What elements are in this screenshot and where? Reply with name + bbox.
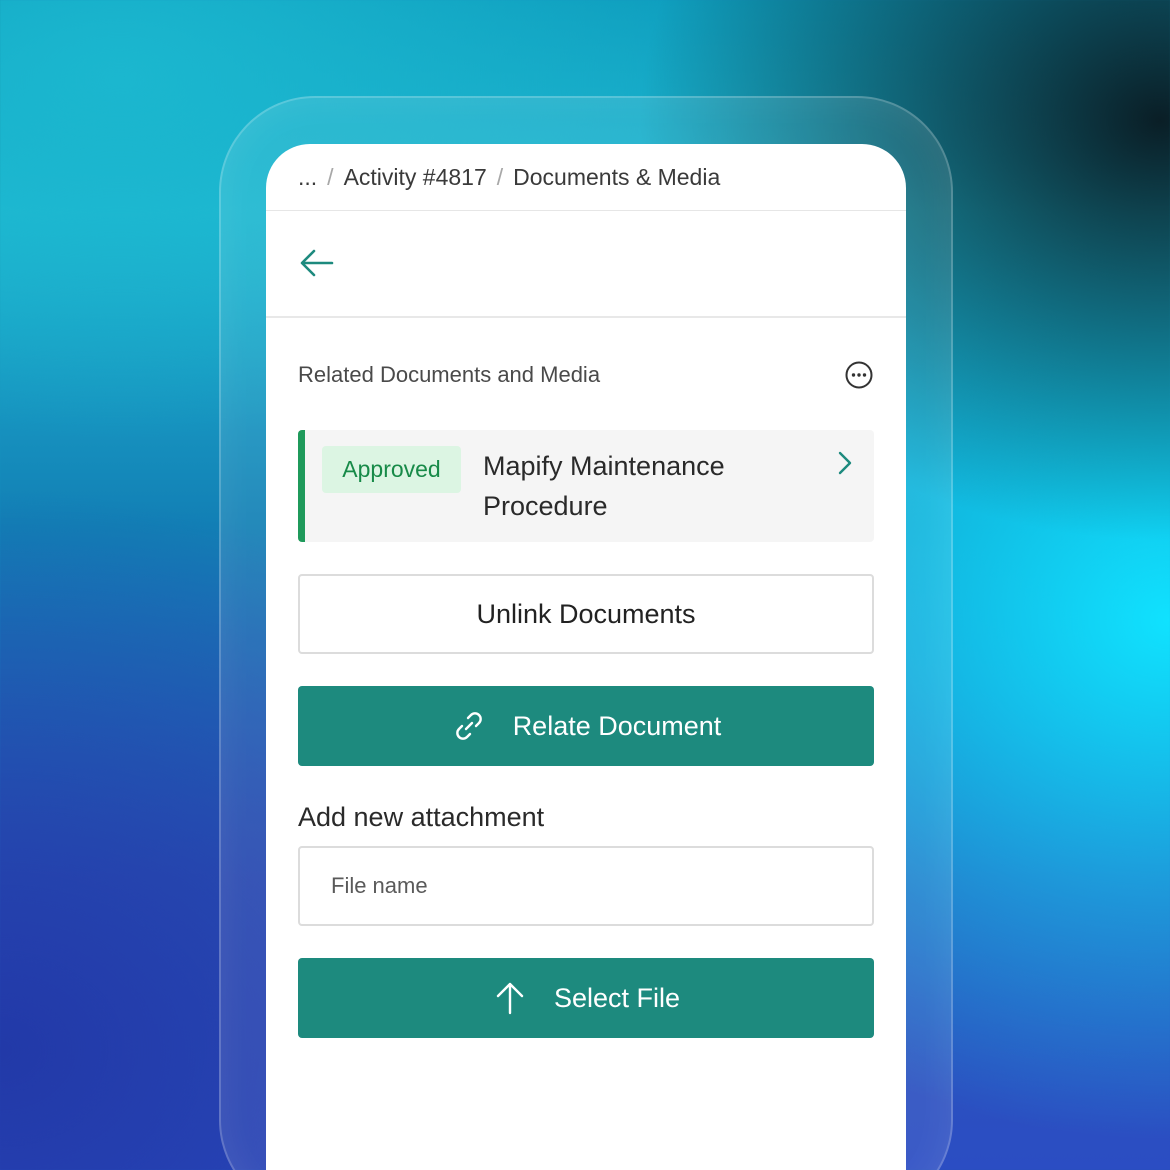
chevron-right-icon xyxy=(838,451,852,475)
relate-document-label: Relate Document xyxy=(512,710,722,741)
select-file-button[interactable]: Select File xyxy=(298,958,874,1038)
attachment-label: Add new attachment xyxy=(298,802,545,832)
breadcrumb: ... / Activity #4817 / Documents & Media xyxy=(266,144,906,211)
phone-screen: ... / Activity #4817 / Documents & Media… xyxy=(266,144,906,1170)
breadcrumb-separator: / xyxy=(496,163,504,190)
top-bar xyxy=(266,211,906,318)
more-horizontal-circle-icon[interactable] xyxy=(844,360,874,390)
section-title: Related Documents and Media xyxy=(298,362,601,387)
breadcrumb-separator: / xyxy=(327,163,334,190)
section-header: Related Documents and Media xyxy=(298,360,874,390)
status-badge: Approved xyxy=(322,446,461,493)
document-title: Mapify Maintenance Procedure xyxy=(483,451,725,521)
unlink-documents-button[interactable]: Unlink Documents xyxy=(298,574,874,654)
arrow-up-icon xyxy=(496,982,524,1015)
file-name-input[interactable] xyxy=(298,846,874,926)
document-card[interactable]: Approved Mapify Maintenance Procedure xyxy=(298,430,874,542)
link-icon xyxy=(455,712,482,740)
select-file-label: Select File xyxy=(553,982,681,1013)
relate-document-button[interactable]: Relate Document xyxy=(298,686,874,766)
breadcrumb-current: Documents & Media xyxy=(513,163,721,190)
breadcrumb-activity[interactable]: Activity #4817 xyxy=(344,164,487,191)
breadcrumb-ellipsis[interactable]: ... xyxy=(298,164,317,191)
arrow-left-icon[interactable] xyxy=(300,249,334,277)
